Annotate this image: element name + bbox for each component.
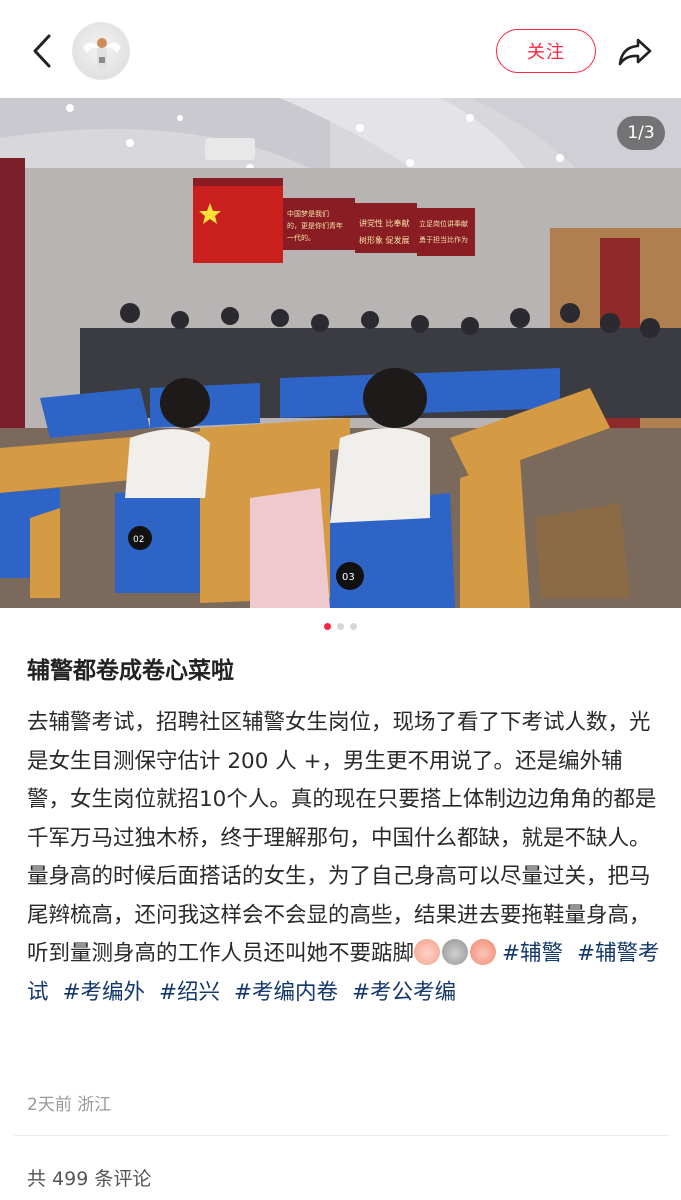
exam-hall-photo: 中国梦是我们 的，更是你们青年 一代的。 讲党性 比奉献 树形象 促发展 立足岗… (0, 98, 681, 608)
image-carousel-dots (0, 623, 681, 630)
svg-text:02: 02 (133, 535, 144, 545)
share-button[interactable] (614, 32, 656, 72)
top-bar: 关注 (0, 0, 681, 98)
share-arrow-icon (618, 38, 652, 66)
gray-face-emoji-icon (442, 939, 469, 965)
back-button[interactable] (22, 28, 62, 74)
follow-button[interactable]: 关注 (496, 29, 596, 73)
carousel-dot-2[interactable] (337, 623, 344, 630)
svg-text:讲党性 比奉献: 讲党性 比奉献 (359, 218, 410, 228)
avatar-image (83, 38, 121, 69)
svg-text:立足岗位讲奉献: 立足岗位讲奉献 (419, 219, 468, 228)
chevron-left-icon (33, 34, 51, 68)
post-body: 去辅警考试，招聘社区辅警女生岗位，现场了看了下考试人数，光是女生目测保守估计 2… (27, 704, 661, 1012)
image-page-indicator: 1/3 (617, 116, 665, 150)
post-title: 辅警都卷成卷心菜啦 (27, 658, 234, 684)
hashtag-link[interactable]: #考编外 (63, 980, 146, 1005)
hashtag-link[interactable]: #考编内卷 (234, 980, 338, 1005)
svg-text:03: 03 (342, 572, 355, 583)
post-image[interactable]: 中国梦是我们 的，更是你们青年 一代的。 讲党性 比奉献 树形象 促发展 立足岗… (0, 98, 681, 608)
carousel-dot-3[interactable] (350, 623, 357, 630)
comment-count: 共 499 条评论 (27, 1168, 152, 1190)
svg-text:的，更是你们青年: 的，更是你们青年 (287, 221, 343, 230)
svg-text:树形象 促发展: 树形象 促发展 (359, 235, 410, 245)
svg-text:勇于担当比作为: 勇于担当比作为 (419, 235, 468, 244)
carousel-dot-1[interactable] (324, 623, 331, 630)
hashtag-link[interactable]: #辅警 (502, 941, 563, 966)
hashtag-link[interactable]: #考公考编 (352, 980, 456, 1005)
divider (14, 1135, 670, 1136)
svg-text:一代的。: 一代的。 (287, 233, 315, 242)
post-body-text: 去辅警考试，招聘社区辅警女生岗位，现场了看了下考试人数，光是女生目测保守估计 2… (27, 710, 657, 966)
shocked-face-emoji-icon (470, 939, 497, 965)
crying-face-emoji-icon (414, 939, 441, 965)
hashtag-link[interactable]: #绍兴 (159, 980, 220, 1005)
svg-text:中国梦是我们: 中国梦是我们 (287, 209, 329, 218)
author-avatar[interactable] (72, 22, 130, 80)
post-time-location: 2天前 浙江 (27, 1095, 112, 1115)
